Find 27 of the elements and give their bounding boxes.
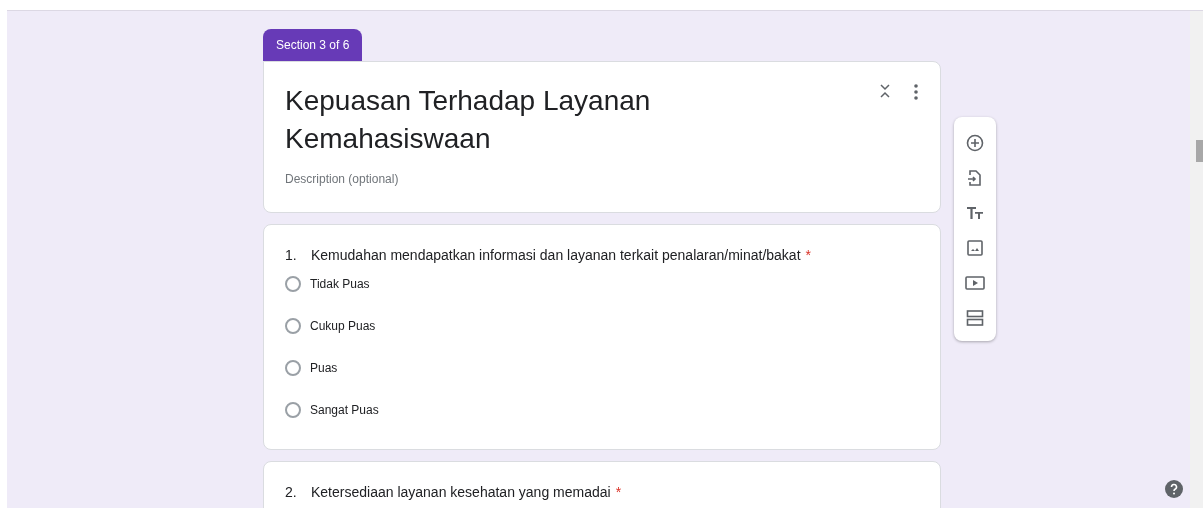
section-icon bbox=[966, 308, 984, 327]
radio-button[interactable] bbox=[285, 360, 301, 376]
option-label: Tidak Puas bbox=[310, 277, 370, 291]
file-import-icon bbox=[967, 168, 983, 187]
radio-button[interactable] bbox=[285, 318, 301, 334]
more-icon[interactable] bbox=[914, 84, 918, 100]
question-number: 1. bbox=[285, 247, 298, 263]
add-circle-icon bbox=[966, 133, 984, 152]
radio-button[interactable] bbox=[285, 276, 301, 292]
text-size-icon bbox=[966, 204, 984, 221]
question-text: Ketersediaan layanan kesehatan yang memadai bbox=[311, 484, 611, 500]
question-number: 2. bbox=[285, 484, 298, 500]
section-title[interactable]: Kepuasan Terhadap Layanan Kemahasiswaan bbox=[285, 82, 725, 158]
option-label: Sangat Puas bbox=[310, 403, 379, 417]
description-field[interactable]: Description (optional) bbox=[285, 172, 919, 186]
video-icon bbox=[965, 274, 985, 291]
question-text: Kemudahan mendapatkan informasi dan layanan terkait penalaran/minat/bakat bbox=[311, 247, 801, 263]
option-label: Cukup Puas bbox=[310, 319, 376, 333]
scrollbar[interactable] bbox=[1190, 11, 1203, 508]
scrollbar-thumb[interactable] bbox=[1196, 140, 1203, 162]
radio-button[interactable] bbox=[285, 402, 301, 418]
required-mark: * bbox=[615, 484, 622, 500]
option-label: Puas bbox=[310, 361, 338, 375]
help-icon[interactable] bbox=[1165, 480, 1183, 498]
required-mark: * bbox=[805, 247, 811, 263]
collapse-icon[interactable] bbox=[880, 84, 890, 98]
image-icon bbox=[967, 239, 983, 256]
